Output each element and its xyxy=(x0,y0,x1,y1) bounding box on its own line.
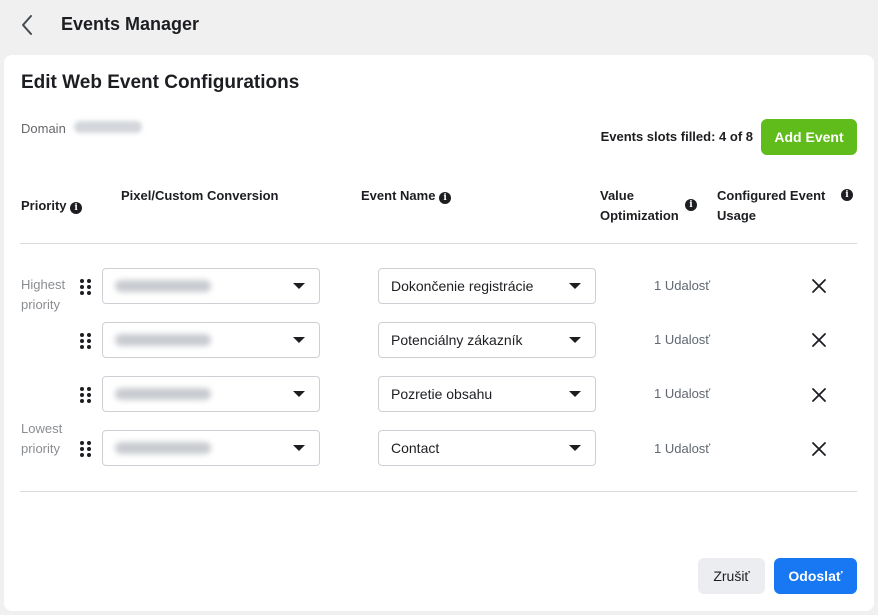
pixel-select[interactable] xyxy=(102,376,320,412)
priority-label-text: Lowest xyxy=(21,421,63,436)
back-button[interactable] xyxy=(14,12,40,38)
remove-event-button[interactable] xyxy=(810,277,828,295)
pixel-value-redacted xyxy=(115,334,211,346)
pixel-value-redacted xyxy=(115,388,211,400)
caret-down-icon xyxy=(293,337,305,343)
event-name-value: Pozretie obsahu xyxy=(391,386,493,402)
caret-down-icon xyxy=(569,337,581,343)
slots-status: Events slots filled: 4 of 8 xyxy=(600,129,753,144)
drag-handle-icon[interactable] xyxy=(79,386,93,404)
priority-label-text: priority xyxy=(21,441,61,456)
event-usage: 1 Udalosť xyxy=(654,278,711,293)
domain-label: Domain xyxy=(21,121,66,136)
dialog-title: Edit Web Event Configurations xyxy=(21,72,300,93)
remove-event-button[interactable] xyxy=(810,331,828,349)
column-label-usage-line1: Configured Event xyxy=(717,188,826,203)
submit-button[interactable]: Odoslať xyxy=(774,558,857,594)
drag-handle-icon[interactable] xyxy=(79,278,93,296)
domain-value-redacted xyxy=(74,121,142,133)
info-icon[interactable]: i xyxy=(70,202,83,214)
close-icon xyxy=(812,442,826,456)
column-label-usage-line2: Usage xyxy=(717,208,757,223)
column-header-usage: Configured Event Usage xyxy=(717,186,825,226)
pixel-value-redacted xyxy=(115,280,211,292)
close-icon xyxy=(812,388,826,402)
event-usage: 1 Udalosť xyxy=(654,332,711,347)
remove-event-button[interactable] xyxy=(810,440,828,458)
close-icon xyxy=(812,279,826,293)
pixel-select[interactable] xyxy=(102,268,320,304)
edit-dialog: Edit Web Event Configurations Domain Eve… xyxy=(4,55,874,611)
column-header-event-name: Event Name i xyxy=(361,186,452,206)
column-header-priority: Priority i xyxy=(21,196,83,216)
remove-event-button[interactable] xyxy=(810,386,828,404)
app-title: Events Manager xyxy=(61,14,200,34)
pixel-value-redacted xyxy=(115,442,211,454)
priority-label-text: priority xyxy=(21,297,61,312)
caret-down-icon xyxy=(293,445,305,451)
caret-down-icon xyxy=(569,283,581,289)
column-header-pixel: Pixel/Custom Conversion xyxy=(121,188,279,203)
info-icon[interactable]: i xyxy=(841,189,853,201)
info-icon[interactable]: i xyxy=(685,199,697,211)
event-usage: 1 Udalosť xyxy=(654,386,711,401)
column-label-value-line2: Optimization xyxy=(600,208,679,223)
add-event-button[interactable]: Add Event xyxy=(761,119,857,155)
close-icon xyxy=(812,333,826,347)
chevron-left-icon xyxy=(22,15,32,35)
pixel-select[interactable] xyxy=(102,430,320,466)
event-name-select[interactable]: Dokončenie registrácie xyxy=(378,268,596,304)
caret-down-icon xyxy=(293,283,305,289)
drag-handle-icon[interactable] xyxy=(79,332,93,350)
event-usage: 1 Udalosť xyxy=(654,441,711,456)
event-name-select[interactable]: Potenciálny zákazník xyxy=(378,322,596,358)
priority-label-highest: Highest priority xyxy=(21,275,65,315)
divider xyxy=(20,491,857,492)
info-icon[interactable]: i xyxy=(439,192,452,204)
caret-down-icon xyxy=(569,445,581,451)
caret-down-icon xyxy=(293,391,305,397)
column-label-event-name: Event Name xyxy=(361,188,436,203)
priority-label-lowest: Lowest priority xyxy=(21,419,62,459)
caret-down-icon xyxy=(569,391,581,397)
pixel-select[interactable] xyxy=(102,322,320,358)
event-name-select[interactable]: Contact xyxy=(378,430,596,466)
event-name-value: Potenciálny zákazník xyxy=(391,332,523,348)
cancel-button[interactable]: Zrušiť xyxy=(698,558,765,594)
divider xyxy=(20,243,857,244)
event-name-value: Dokončenie registrácie xyxy=(391,278,534,294)
top-bar: Events Manager xyxy=(0,0,878,52)
event-name-value: Contact xyxy=(391,440,440,456)
column-header-value-optimization: Value Optimization xyxy=(600,186,679,226)
event-name-select[interactable]: Pozretie obsahu xyxy=(378,376,596,412)
column-label-value-line1: Value xyxy=(600,188,634,203)
column-label-priority: Priority xyxy=(21,198,67,213)
priority-label-text: Highest xyxy=(21,277,66,292)
drag-handle-icon[interactable] xyxy=(79,440,93,458)
